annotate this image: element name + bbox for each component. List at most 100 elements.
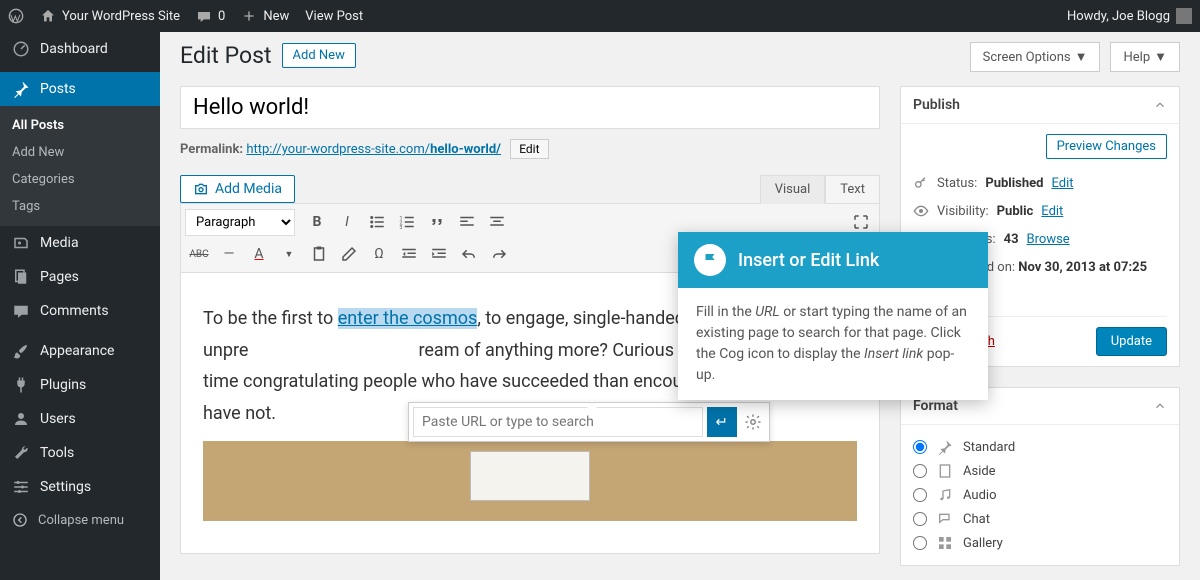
preview-changes-button[interactable]: Preview Changes xyxy=(1046,134,1167,159)
list-ul-icon xyxy=(368,213,386,231)
menu-plugins[interactable]: Plugins xyxy=(0,368,160,402)
menu-comments[interactable]: Comments xyxy=(0,294,160,328)
format-label: Audio xyxy=(963,488,996,503)
post-title-input[interactable] xyxy=(180,86,880,129)
wp-logo[interactable] xyxy=(8,8,24,24)
submenu-add-new[interactable]: Add New xyxy=(0,139,160,166)
page-icon xyxy=(12,268,30,286)
flag-icon xyxy=(694,244,726,276)
users-icon xyxy=(12,410,30,428)
gear-icon xyxy=(744,413,762,431)
tab-visual[interactable]: Visual xyxy=(760,175,826,204)
new-link[interactable]: New xyxy=(241,8,289,24)
bold-button[interactable]: B xyxy=(303,208,331,236)
redo-icon xyxy=(490,245,508,263)
page-title: Edit Post Add New xyxy=(180,42,356,69)
align-left-icon xyxy=(458,213,476,231)
posts-submenu: All Posts Add New Categories Tags xyxy=(0,106,160,226)
menu-dashboard[interactable]: Dashboard xyxy=(0,32,160,66)
site-link[interactable]: Your WordPress Site xyxy=(40,8,180,24)
chevron-up-icon xyxy=(1153,399,1167,413)
home-icon xyxy=(40,8,56,24)
strike-button[interactable]: ABC xyxy=(185,240,213,268)
add-new-button[interactable]: Add New xyxy=(282,43,356,68)
tooltip-body: Fill in the URL or start typing the name… xyxy=(678,288,988,400)
screen-options-button[interactable]: Screen Options ▼ xyxy=(970,42,1101,72)
permalink-link[interactable]: http://your-wordpress-site.com/hello-wor… xyxy=(246,142,501,157)
quote-button[interactable] xyxy=(423,208,451,236)
chat-icon xyxy=(937,511,953,527)
textcolor-chevron[interactable]: ▼ xyxy=(275,240,303,268)
chevron-down-icon: ▼ xyxy=(1154,49,1167,65)
indent-icon xyxy=(430,245,448,263)
menu-posts[interactable]: Posts xyxy=(0,72,160,106)
indent-button[interactable] xyxy=(425,240,453,268)
chevron-up-icon xyxy=(1153,98,1167,112)
menu-tools[interactable]: Tools xyxy=(0,436,160,470)
avatar xyxy=(1176,8,1192,24)
hr-button[interactable]: — xyxy=(215,240,243,268)
link-url-input[interactable] xyxy=(413,407,703,437)
format-chat-radio[interactable] xyxy=(913,512,927,526)
chevron-down-icon: ▼ xyxy=(1075,49,1088,65)
align-center-button[interactable] xyxy=(483,208,511,236)
selected-text: enter the cosmos xyxy=(338,308,478,329)
update-button[interactable]: Update xyxy=(1096,327,1167,356)
textcolor-button[interactable]: A xyxy=(245,240,273,268)
tab-text[interactable]: Text xyxy=(825,175,880,204)
plus-icon xyxy=(241,8,257,24)
format-label: Aside xyxy=(963,464,996,479)
ul-button[interactable] xyxy=(363,208,391,236)
format-select[interactable]: Paragraph xyxy=(185,209,295,236)
submenu-all-posts[interactable]: All Posts xyxy=(0,112,160,139)
menu-media[interactable]: Media xyxy=(0,226,160,260)
pushpin-icon xyxy=(937,439,953,455)
menu-settings[interactable]: Settings xyxy=(0,470,160,504)
list-ol-icon: 123 xyxy=(398,213,416,231)
format-label: Standard xyxy=(963,440,1015,455)
tooltip-title: Insert or Edit Link xyxy=(738,250,879,271)
format-label: Chat xyxy=(963,512,990,527)
edit-visibility-link[interactable]: Edit xyxy=(1041,204,1063,219)
edit-status-link[interactable]: Edit xyxy=(1051,176,1073,191)
redo-button[interactable] xyxy=(485,240,513,268)
format-audio-radio[interactable] xyxy=(913,488,927,502)
media-icon xyxy=(12,234,30,252)
publish-heading[interactable]: Publish xyxy=(901,87,1179,124)
format-aside-radio[interactable] xyxy=(913,464,927,478)
main-content: Edit Post Add New Screen Options ▼ Help … xyxy=(160,32,1200,580)
menu-users[interactable]: Users xyxy=(0,402,160,436)
comments-link[interactable]: 0 xyxy=(196,8,225,24)
svg-text:3: 3 xyxy=(400,225,403,231)
format-standard-radio[interactable] xyxy=(913,440,927,454)
edit-permalink-button[interactable]: Edit xyxy=(510,139,548,159)
clearformat-button[interactable] xyxy=(335,240,363,268)
paste-button[interactable] xyxy=(305,240,333,268)
ol-button[interactable]: 123 xyxy=(393,208,421,236)
pushpin-icon xyxy=(12,80,30,98)
submenu-tags[interactable]: Tags xyxy=(0,193,160,220)
specialchar-button[interactable]: Ω xyxy=(365,240,393,268)
link-options-button[interactable] xyxy=(741,410,765,434)
body-text: To be the first to xyxy=(203,308,338,329)
collapse-menu[interactable]: Collapse menu xyxy=(0,504,160,536)
view-post-link[interactable]: View Post xyxy=(305,9,363,24)
permalink-row: Permalink: http://your-wordpress-site.co… xyxy=(180,139,880,159)
help-button[interactable]: Help ▼ xyxy=(1110,42,1180,72)
outdent-button[interactable] xyxy=(395,240,423,268)
gallery-icon xyxy=(937,535,953,551)
apply-link-button[interactable] xyxy=(707,407,737,437)
align-left-button[interactable] xyxy=(453,208,481,236)
menu-appearance[interactable]: Appearance xyxy=(0,334,160,368)
submenu-categories[interactable]: Categories xyxy=(0,166,160,193)
admin-toolbar: Your WordPress Site 0 New View Post Howd… xyxy=(0,0,1200,32)
undo-button[interactable] xyxy=(455,240,483,268)
howdy-link[interactable]: Howdy, Joe Blogg xyxy=(1067,8,1192,24)
clipboard-icon xyxy=(310,245,328,263)
browse-revisions-link[interactable]: Browse xyxy=(1027,232,1070,247)
italic-button[interactable]: I xyxy=(333,208,361,236)
key-icon xyxy=(913,175,929,191)
menu-pages[interactable]: Pages xyxy=(0,260,160,294)
add-media-button[interactable]: Add Media xyxy=(180,175,295,203)
format-gallery-radio[interactable] xyxy=(913,536,927,550)
